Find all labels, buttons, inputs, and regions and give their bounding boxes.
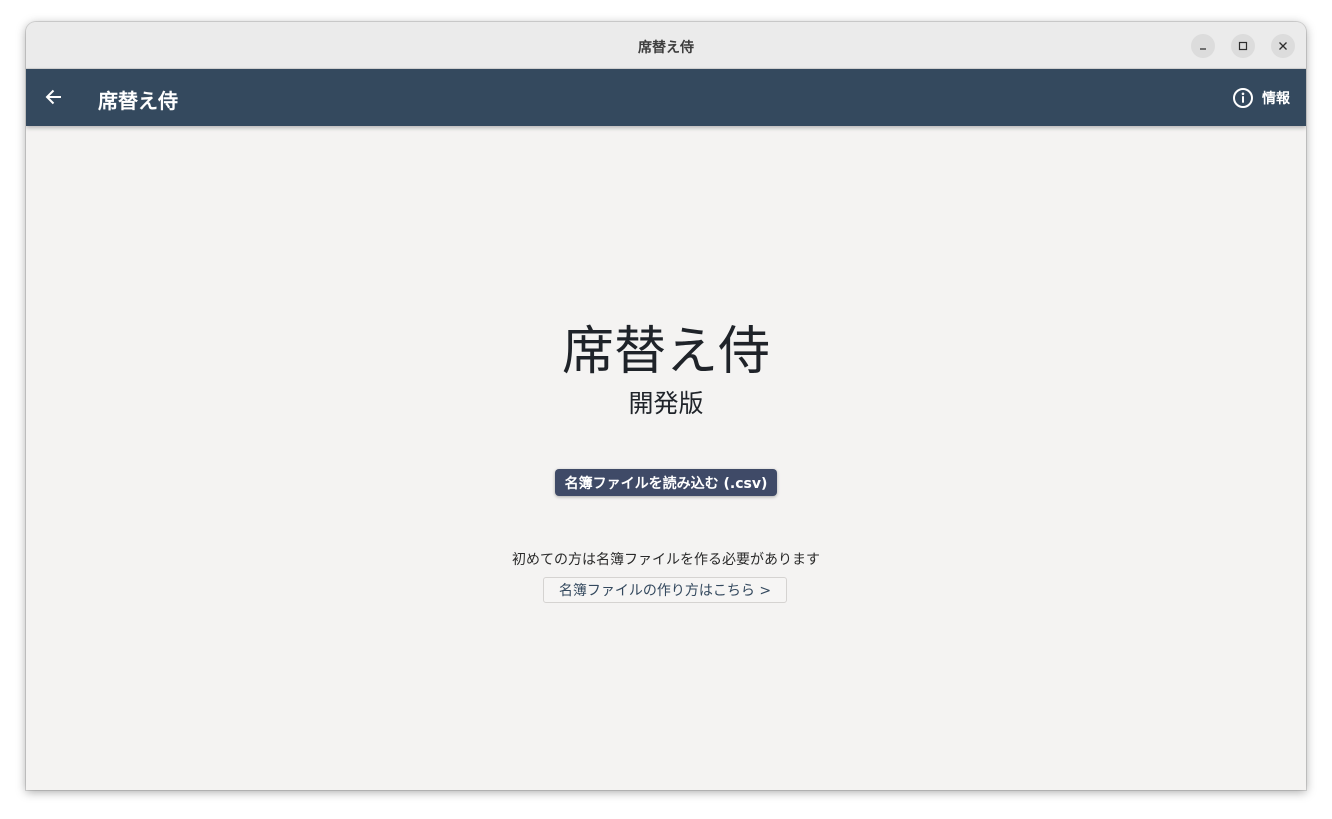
close-icon — [1279, 42, 1287, 50]
app-title-heading: 席替え侍 — [561, 322, 770, 382]
main-content: 席替え侍 開発版 名簿ファイルを読み込む (.csv) 初めての方は名簿ファイル… — [26, 126, 1306, 790]
roster-howto-button[interactable]: 名簿ファイルの作り方はこちら > — [543, 577, 787, 603]
first-time-hint: 初めての方は名簿ファイルを作る必要があります — [512, 552, 820, 568]
info-label: 情報 — [1262, 91, 1290, 107]
arrow-left-icon — [45, 89, 61, 105]
back-button[interactable] — [40, 83, 68, 111]
maximize-button[interactable] — [1231, 34, 1255, 58]
edition-subtitle: 開発版 — [628, 389, 704, 418]
maximize-icon — [1238, 41, 1248, 51]
load-roster-button[interactable]: 名簿ファイルを読み込む (.csv) — [555, 469, 777, 496]
minimize-button[interactable] — [1191, 34, 1215, 58]
info-button[interactable]: 情報 — [1232, 85, 1290, 111]
app-bar: 席替え侍 情報 — [26, 69, 1306, 126]
window-titlebar[interactable]: 席替え侍 — [26, 22, 1306, 69]
minimize-icon — [1200, 48, 1206, 50]
window-title: 席替え侍 — [638, 40, 694, 56]
info-circle-icon — [1233, 88, 1253, 108]
app-window: 席替え侍 席替え侍 情報 席替え侍 開発版 名簿ファイルを読み込む (.csv)… — [26, 22, 1306, 790]
appbar-title: 席替え侍 — [98, 89, 178, 113]
close-button[interactable] — [1271, 34, 1295, 58]
